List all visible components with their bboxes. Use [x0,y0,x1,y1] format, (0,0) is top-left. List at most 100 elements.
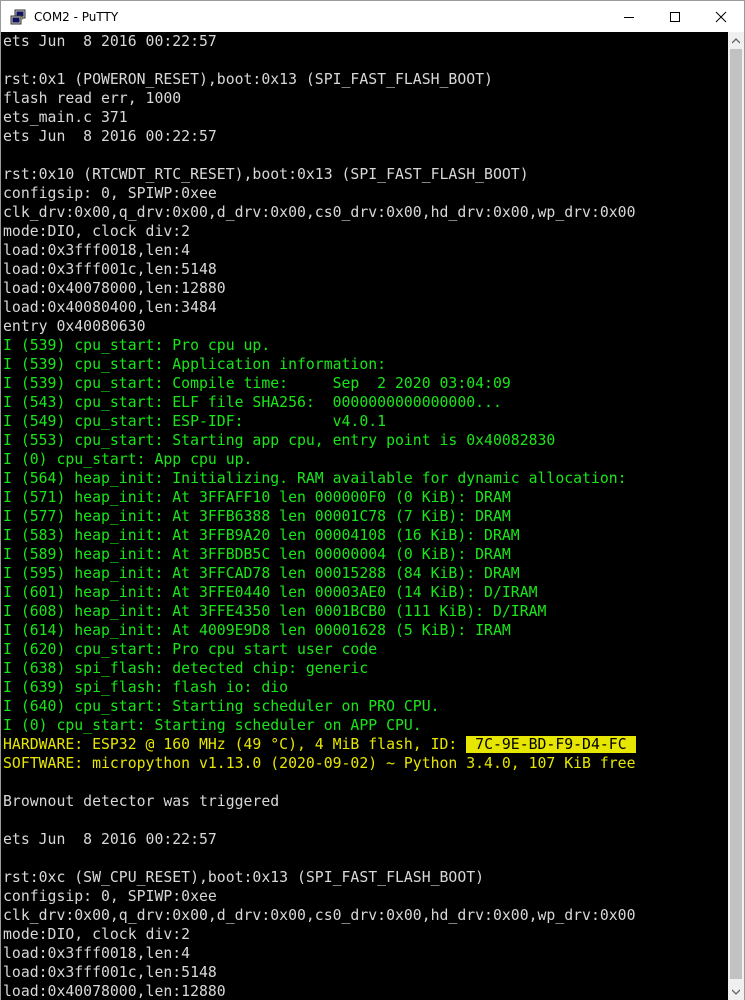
terminal-line: rst:0x1 (POWERON_RESET),boot:0x13 (SPI_F… [1,70,728,89]
chevron-up-icon [732,37,740,43]
terminal-line-text: I (539) cpu_start: Application informati… [3,356,387,373]
terminal-line: load:0x40078000,len:12880 [1,982,728,1000]
terminal-line-text: ets Jun 8 2016 00:22:57 [3,33,217,50]
terminal-line-text: clk_drv:0x00,q_drv:0x00,d_drv:0x00,cs0_d… [3,204,636,221]
terminal-line-text: I (614) heap_init: At 4009E9D8 len 00001… [3,622,511,639]
terminal-line: I (640) cpu_start: Starting scheduler on… [1,697,728,716]
terminal-line-text: mode:DIO, clock div:2 [3,223,191,240]
terminal-line-text: flash read err, 1000 [3,90,182,107]
maximize-button[interactable] [652,1,698,32]
terminal-line: I (577) heap_init: At 3FFB6388 len 00001… [1,507,728,526]
terminal-line-text: I (595) heap_init: At 3FFCAD78 len 00015… [3,565,520,582]
putty-window: COM2 - PuTTY ets Jun 8 2016 00:22:57 rst:… [0,0,745,1000]
putty-app-icon[interactable] [10,9,26,25]
terminal-line-text: load:0x3fff001c,len:5148 [3,261,217,278]
terminal-line: I (571) heap_init: At 3FFAFF10 len 00000… [1,488,728,507]
terminal-line-text: I (577) heap_init: At 3FFB6388 len 00001… [3,508,511,525]
terminal-line-text: rst:0xc (SW_CPU_RESET),boot:0x13 (SPI_FA… [3,869,485,886]
terminal-line: load:0x3fff0018,len:4 [1,241,728,260]
vertical-scrollbar[interactable] [728,32,744,1000]
terminal-line: load:0x3fff001c,len:5148 [1,260,728,279]
terminal-line-text: HARDWARE: ESP32 @ 160 MHz (49 °C), 4 MiB… [3,736,467,753]
terminal-line-text: I (620) cpu_start: Pro cpu start user co… [3,641,378,658]
terminal-line: load:0x40078000,len:12880 [1,279,728,298]
terminal-line: I (543) cpu_start: ELF file SHA256: 0000… [1,393,728,412]
title-bar[interactable]: COM2 - PuTTY [1,1,744,32]
terminal-line: I (539) cpu_start: Application informati… [1,355,728,374]
terminal-line: I (553) cpu_start: Starting app cpu, ent… [1,431,728,450]
terminal-line: configsip: 0, SPIWP:0xee [1,184,728,203]
terminal-line-text: I (539) cpu_start: Pro cpu up. [3,337,271,354]
terminal-line-text: ets Jun 8 2016 00:22:57 [3,128,217,145]
terminal-line: I (601) heap_init: At 3FFE0440 len 00003… [1,583,728,602]
terminal-line-text: rst:0x10 (RTCWDT_RTC_RESET),boot:0x13 (S… [3,166,529,183]
maximize-icon [670,11,680,22]
close-icon [715,11,727,22]
terminal-line-text: I (608) heap_init: At 3FFE4350 len 0001B… [3,603,547,620]
terminal-line: I (0) cpu_start: Starting scheduler on A… [1,716,728,735]
terminal-line: ets Jun 8 2016 00:22:57 [1,127,728,146]
terminal-line: clk_drv:0x00,q_drv:0x00,d_drv:0x00,cs0_d… [1,906,728,925]
terminal-line: load:0x3fff0018,len:4 [1,944,728,963]
terminal-line-text: load:0x40080400,len:3484 [3,299,217,316]
terminal-line-text: Brownout detector was triggered [3,793,280,810]
terminal-line: load:0x40080400,len:3484 [1,298,728,317]
terminal-line-text: load:0x3fff0018,len:4 [3,242,191,259]
terminal-line-text: I (571) heap_init: At 3FFAFF10 len 00000… [3,489,511,506]
terminal-line: ets Jun 8 2016 00:22:57 [1,830,728,849]
terminal-line: I (564) heap_init: Initializing. RAM ava… [1,469,728,488]
terminal-line-text: ets Jun 8 2016 00:22:57 [3,831,217,848]
chevron-down-icon [732,989,740,995]
terminal-line: entry 0x40080630 [1,317,728,336]
terminal-line-text: load:0x3fff0018,len:4 [3,945,191,962]
terminal-line-text: clk_drv:0x00,q_drv:0x00,d_drv:0x00,cs0_d… [3,907,636,924]
terminal-line-text: I (583) heap_init: At 3FFB9A20 len 00004… [3,527,520,544]
terminal-line: I (608) heap_init: At 3FFE4350 len 0001B… [1,602,728,621]
terminal-line: I (639) spi_flash: flash io: dio [1,678,728,697]
terminal-line-text: rst:0x1 (POWERON_RESET),boot:0x13 (SPI_F… [3,71,493,88]
terminal-line: ets_main.c 371 [1,108,728,127]
terminal-output[interactable]: ets Jun 8 2016 00:22:57 rst:0x1 (POWERON_… [1,32,728,1000]
terminal-line-text: I (639) spi_flash: flash io: dio [3,679,289,696]
terminal-line: I (620) cpu_start: Pro cpu start user co… [1,640,728,659]
minimize-button[interactable] [606,1,652,32]
terminal-line: rst:0xc (SW_CPU_RESET),boot:0x13 (SPI_FA… [1,868,728,887]
terminal-line: I (583) heap_init: At 3FFB9A20 len 00004… [1,526,728,545]
terminal-line: ets Jun 8 2016 00:22:57 [1,32,728,51]
terminal-line-text: I (638) spi_flash: detected chip: generi… [3,660,369,677]
terminal-line-text: load:0x3fff001c,len:5148 [3,964,217,981]
device-id-highlight: 7C-9E-BD-F9-D4-FC [466,736,636,753]
terminal-line: mode:DIO, clock div:2 [1,222,728,241]
terminal-line-text: I (0) cpu_start: App cpu up. [3,451,253,468]
terminal-line: configsip: 0, SPIWP:0xee [1,887,728,906]
terminal-line: I (539) cpu_start: Compile time: Sep 2 2… [1,374,728,393]
terminal-line-text: I (564) heap_init: Initializing. RAM ava… [3,470,627,487]
scroll-up-button[interactable] [728,32,744,49]
terminal-line-text: I (589) heap_init: At 3FFBDB5C len 00000… [3,546,511,563]
terminal-line-text: load:0x40078000,len:12880 [3,280,226,297]
scrollbar-thumb[interactable] [730,49,742,979]
terminal-line: I (614) heap_init: At 4009E9D8 len 00001… [1,621,728,640]
terminal-line-text: I (0) cpu_start: Starting scheduler on A… [3,717,422,734]
terminal-line: flash read err, 1000 [1,89,728,108]
terminal-line: Brownout detector was triggered [1,792,728,811]
terminal-line-text: ets_main.c 371 [3,109,128,126]
terminal-line: mode:DIO, clock div:2 [1,925,728,944]
terminal-line: HARDWARE: ESP32 @ 160 MHz (49 °C), 4 MiB… [1,735,728,754]
terminal-line-text: configsip: 0, SPIWP:0xee [3,888,217,905]
scroll-down-button[interactable] [728,983,744,1000]
terminal-line: I (0) cpu_start: App cpu up. [1,450,728,469]
terminal-line: I (539) cpu_start: Pro cpu up. [1,336,728,355]
terminal-line-text: load:0x40078000,len:12880 [3,983,226,1000]
terminal-line: I (549) cpu_start: ESP-IDF: v4.0.1 [1,412,728,431]
close-button[interactable] [698,1,744,32]
terminal-line: I (595) heap_init: At 3FFCAD78 len 00015… [1,564,728,583]
terminal-line: I (589) heap_init: At 3FFBDB5C len 00000… [1,545,728,564]
terminal-line-text: mode:DIO, clock div:2 [3,926,191,943]
terminal-line: rst:0x10 (RTCWDT_RTC_RESET),boot:0x13 (S… [1,165,728,184]
minimize-icon [624,16,634,18]
